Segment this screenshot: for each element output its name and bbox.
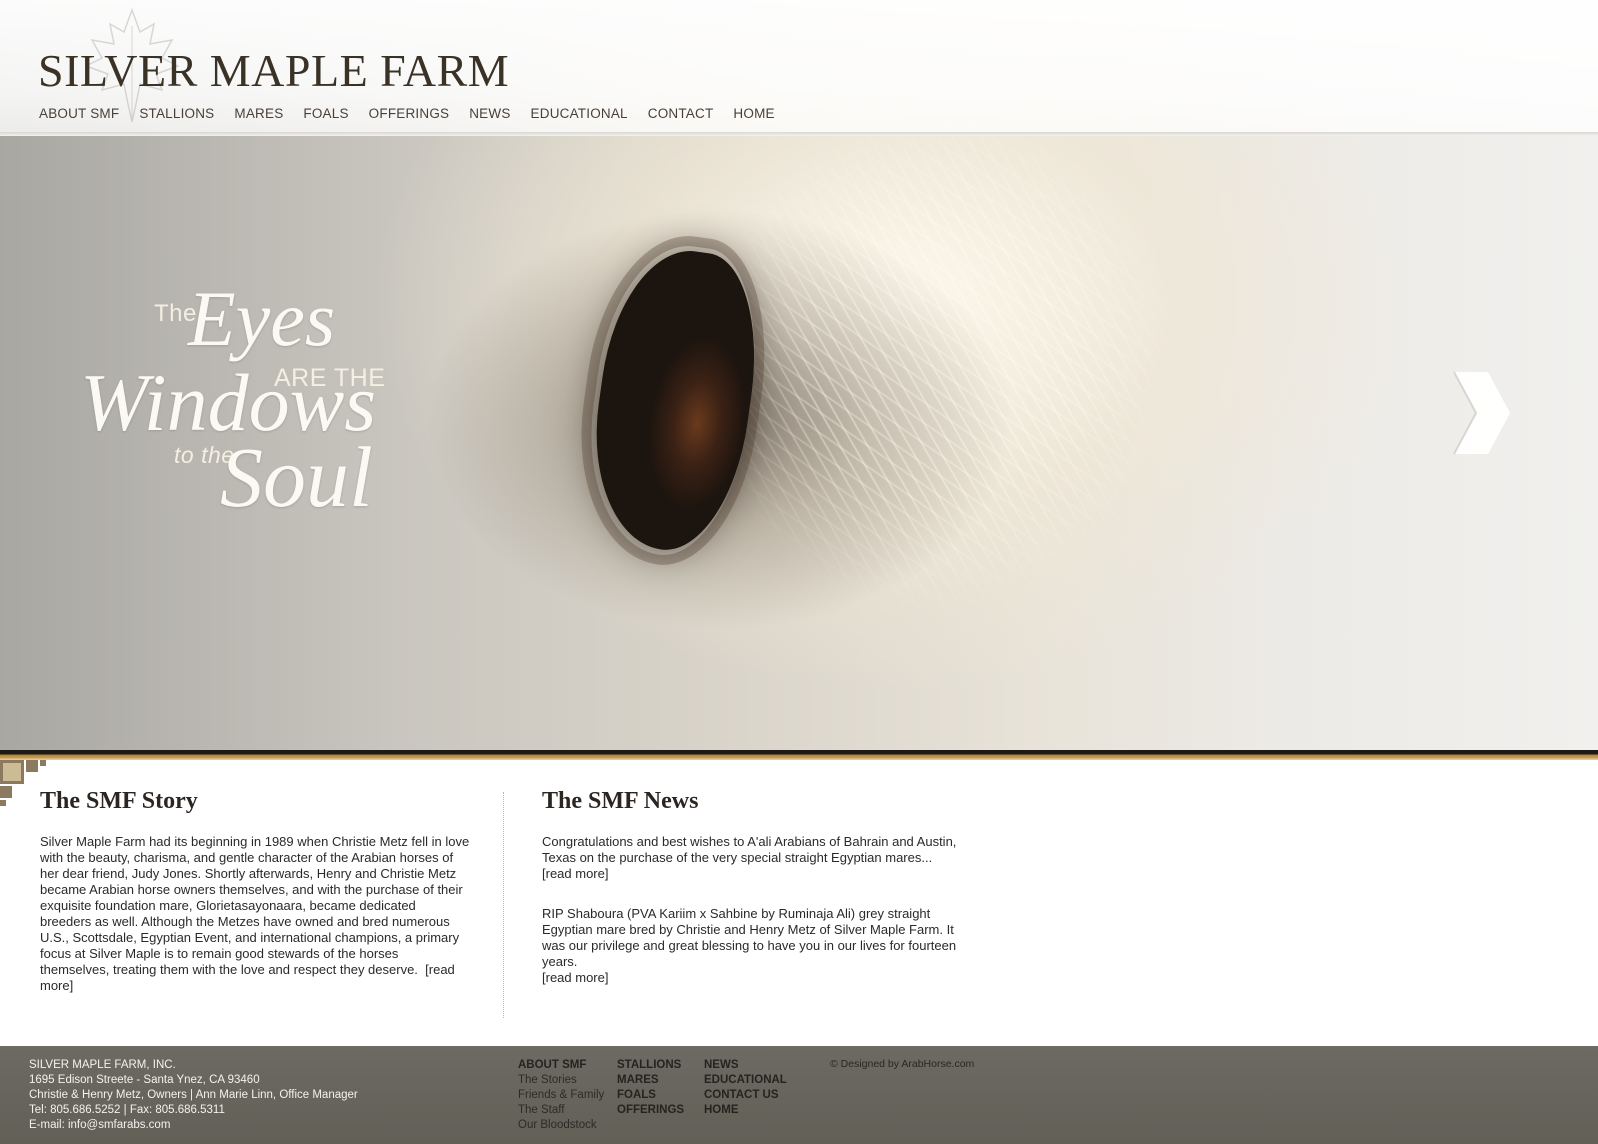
footer-col-about: ABOUT SMF The Stories Friends & Family T… <box>518 1058 604 1133</box>
nav-about[interactable]: ABOUT SMF <box>39 106 119 121</box>
nav-home[interactable]: HOME <box>733 106 774 121</box>
footer-email[interactable]: E-mail: info@smfarabs.com <box>29 1118 358 1133</box>
news-section: The SMF News Congratulations and best wi… <box>542 788 972 1010</box>
footer-link-staff[interactable]: The Staff <box>518 1103 604 1118</box>
column-divider <box>503 792 504 1018</box>
footer-link-news[interactable]: NEWS <box>704 1058 787 1073</box>
footer-link-foals[interactable]: FOALS <box>617 1088 684 1103</box>
footer-credit-link[interactable]: © Designed by ArabHorse.com <box>830 1058 974 1070</box>
footer-company: SILVER MAPLE FARM, INC. <box>29 1059 176 1071</box>
footer-link-stallions[interactable]: STALLIONS <box>617 1058 684 1073</box>
section-divider <box>0 750 1598 760</box>
nav-mares[interactable]: MARES <box>234 106 283 121</box>
hero-banner: SILVER MAPLE FARM ABOUT SMF STALLIONS MA… <box>0 0 1598 750</box>
footer-link-bloodstock[interactable]: Our Bloodstock <box>518 1118 604 1133</box>
nav-stallions[interactable]: STALLIONS <box>139 106 214 121</box>
nav-news[interactable]: NEWS <box>469 106 510 121</box>
footer-link-about[interactable]: ABOUT SMF <box>518 1058 604 1073</box>
footer-owners: Christie & Henry Metz, Owners | Ann Mari… <box>29 1089 358 1101</box>
footer-address: SILVER MAPLE FARM, INC. 1695 Edison Stre… <box>29 1058 358 1133</box>
site-footer: SILVER MAPLE FARM, INC. 1695 Edison Stre… <box>0 1046 1598 1144</box>
footer-link-offerings[interactable]: OFFERINGS <box>617 1103 684 1118</box>
hero-tagline: The Eyes ARE THE Windows to the Soul <box>70 258 430 548</box>
tagline-eyes: Eyes <box>188 275 336 362</box>
news-item-text: Congratulations and best wishes to A'ali… <box>542 834 957 866</box>
footer-link-contact[interactable]: CONTACT US <box>704 1088 787 1103</box>
footer-phone: Tel: 805.686.5252 | Fax: 805.686.5311 <box>29 1104 225 1116</box>
footer-col-info: NEWS EDUCATIONAL CONTACT US HOME <box>704 1058 787 1118</box>
header-divider <box>0 132 1598 136</box>
nav-offerings[interactable]: OFFERINGS <box>369 106 450 121</box>
footer-link-home[interactable]: HOME <box>704 1103 787 1118</box>
footer-col-horses: STALLIONS MARES FOALS OFFERINGS <box>617 1058 684 1118</box>
news-item-text: RIP Shaboura (PVA Kariim x Sahbine by Ru… <box>542 906 957 970</box>
story-body: Silver Maple Farm had its beginning in 1… <box>40 834 470 978</box>
footer-link-mares[interactable]: MARES <box>617 1073 684 1088</box>
footer-street: 1695 Edison Streete - Santa Ynez, CA 934… <box>29 1074 260 1086</box>
site-logo[interactable]: SILVER MAPLE FARM <box>38 48 509 94</box>
nav-contact[interactable]: CONTACT <box>648 106 714 121</box>
footer-link-stories[interactable]: The Stories <box>518 1073 604 1088</box>
footer-link-friends[interactable]: Friends & Family <box>518 1088 604 1103</box>
story-title: The SMF Story <box>40 788 198 814</box>
story-section: The SMF Story Silver Maple Farm had its … <box>40 788 470 994</box>
news-title: The SMF News <box>542 788 699 814</box>
news-read-more-link[interactable]: [read more] <box>542 866 962 882</box>
news-item: Congratulations and best wishes to A'ali… <box>542 834 962 882</box>
news-item: RIP Shaboura (PVA Kariim x Sahbine by Ru… <box>542 906 962 986</box>
news-read-more-link[interactable]: [read more] <box>542 970 962 986</box>
story-text: Silver Maple Farm had its beginning in 1… <box>40 834 470 994</box>
nav-educational[interactable]: EDUCATIONAL <box>531 106 628 121</box>
chevron-right-icon[interactable] <box>1448 368 1514 458</box>
footer-link-educational[interactable]: EDUCATIONAL <box>704 1073 787 1088</box>
tagline-soul: Soul <box>220 429 373 525</box>
main-nav: ABOUT SMF STALLIONS MARES FOALS OFFERING… <box>39 106 775 121</box>
nav-foals[interactable]: FOALS <box>303 106 348 121</box>
